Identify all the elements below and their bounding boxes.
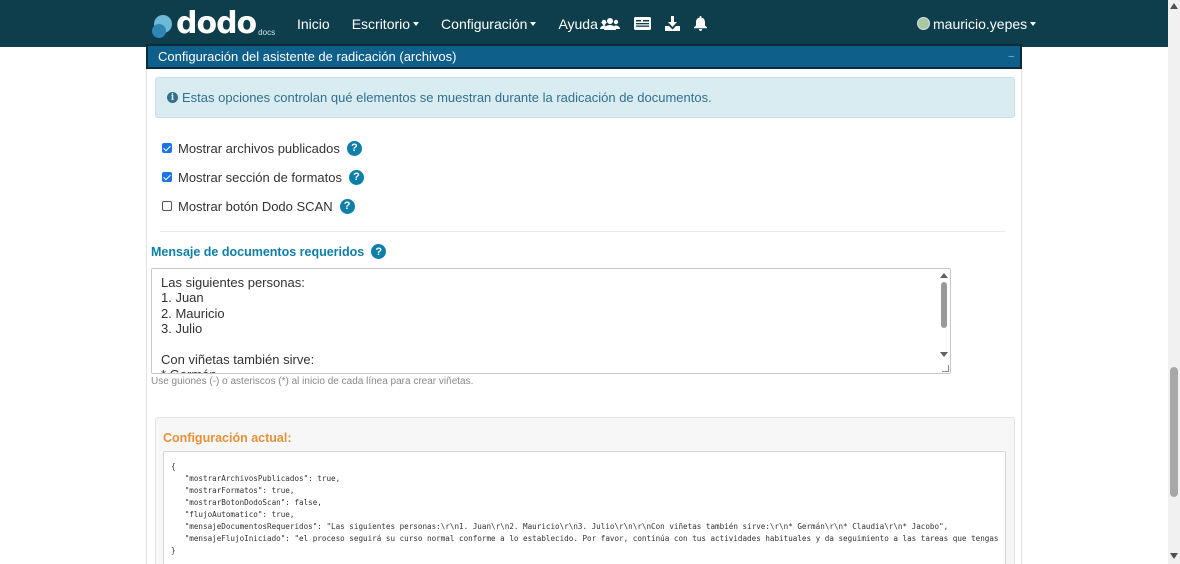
required-docs-hint: Use guiones (-) o asteriscos (*) al inic… bbox=[151, 376, 474, 387]
help-icon[interactable]: ? bbox=[346, 140, 362, 156]
textarea-scrollbar[interactable] bbox=[938, 269, 950, 373]
nav-configuracion[interactable]: Configuración bbox=[441, 15, 537, 32]
info-alert: i Estas opciones controlan qué elementos… bbox=[155, 77, 1015, 118]
scroll-thumb[interactable] bbox=[1170, 367, 1178, 497]
nav-configuracion-label: Configuración bbox=[441, 15, 528, 32]
checkbox-mostrar-seccion-formatos[interactable] bbox=[162, 172, 172, 182]
required-docs-label: Mensaje de documentos requeridos ? bbox=[151, 244, 387, 259]
logo-sub: docs bbox=[258, 28, 276, 37]
app-logo[interactable]: dodo docs bbox=[152, 9, 275, 39]
resize-handle-icon[interactable] bbox=[942, 365, 949, 372]
scroll-down-icon[interactable] bbox=[1170, 553, 1178, 559]
nav-ayuda-label: Ayuda bbox=[558, 15, 598, 32]
option-mostrar-boton-dodo-scan: Mostrar botón Dodo SCAN ? bbox=[162, 197, 355, 215]
nav-inicio[interactable]: Inicio bbox=[297, 16, 330, 32]
page-scrollbar[interactable] bbox=[1168, 0, 1180, 564]
scroll-down-icon[interactable] bbox=[940, 352, 948, 357]
textarea-scroll-thumb[interactable] bbox=[941, 282, 947, 328]
option-mostrar-seccion-formatos: Mostrar sección de formatos ? bbox=[162, 168, 365, 186]
option-label: Mostrar sección de formatos bbox=[178, 169, 343, 185]
option-label: Mostrar archivos publicados bbox=[178, 140, 340, 156]
logo-text: dodo bbox=[176, 6, 257, 41]
current-config-json: { "mostrarArchivosPublicados": true, "mo… bbox=[171, 462, 999, 555]
download-icon[interactable] bbox=[665, 16, 680, 31]
scroll-up-icon[interactable] bbox=[940, 273, 948, 278]
info-alert-text: Estas opciones controlan qué elementos s… bbox=[182, 90, 712, 105]
nav-escritorio-label: Escritorio bbox=[351, 15, 411, 32]
help-icon[interactable]: ? bbox=[339, 198, 355, 214]
avatar bbox=[917, 17, 930, 30]
current-config-code-box: { "mostrarArchivosPublicados": true, "mo… bbox=[163, 451, 1006, 564]
option-label: Mostrar botón Dodo SCAN bbox=[178, 198, 333, 214]
user-menu[interactable]: mauricio.yepes bbox=[917, 0, 1037, 47]
logo-mark-icon bbox=[152, 9, 174, 39]
required-docs-textarea-value[interactable]: Las siguientes personas: 1. Juan 2. Maur… bbox=[161, 275, 314, 373]
chevron-down-icon bbox=[413, 22, 420, 26]
panel-header[interactable]: Configuración del asistente de radicació… bbox=[146, 44, 1022, 69]
nav-icon-group bbox=[600, 0, 721, 47]
checkbox-mostrar-boton-dodo-scan[interactable] bbox=[162, 201, 172, 211]
user-name: mauricio.yepes bbox=[933, 15, 1028, 32]
help-icon[interactable]: ? bbox=[349, 169, 365, 185]
scroll-up-icon[interactable] bbox=[1170, 3, 1178, 9]
help-icon[interactable]: ? bbox=[371, 244, 387, 259]
divider bbox=[160, 231, 1005, 232]
required-docs-label-text: Mensaje de documentos requeridos bbox=[151, 244, 365, 259]
current-config-title: Configuración actual: bbox=[163, 431, 292, 445]
top-navbar: dodo docs Inicio Escritorio Configuració… bbox=[0, 0, 1168, 47]
collapse-icon[interactable]: – bbox=[1008, 51, 1014, 62]
chevron-down-icon bbox=[530, 22, 537, 26]
users-icon[interactable] bbox=[600, 17, 620, 31]
info-icon: i bbox=[167, 92, 178, 103]
required-docs-textarea[interactable]: Las siguientes personas: 1. Juan 2. Maur… bbox=[151, 268, 951, 374]
main-nav: Inicio Escritorio Configuración Ayuda bbox=[297, 0, 629, 47]
id-card-icon[interactable] bbox=[634, 17, 651, 30]
chevron-down-icon bbox=[1030, 22, 1037, 26]
checkbox-mostrar-archivos-publicados[interactable] bbox=[162, 143, 172, 153]
option-mostrar-archivos-publicados: Mostrar archivos publicados ? bbox=[162, 139, 362, 157]
panel-title: Configuración del asistente de radicació… bbox=[158, 49, 457, 64]
bell-icon[interactable] bbox=[694, 16, 707, 31]
nav-inicio-label: Inicio bbox=[297, 15, 330, 32]
nav-escritorio[interactable]: Escritorio bbox=[351, 15, 420, 32]
